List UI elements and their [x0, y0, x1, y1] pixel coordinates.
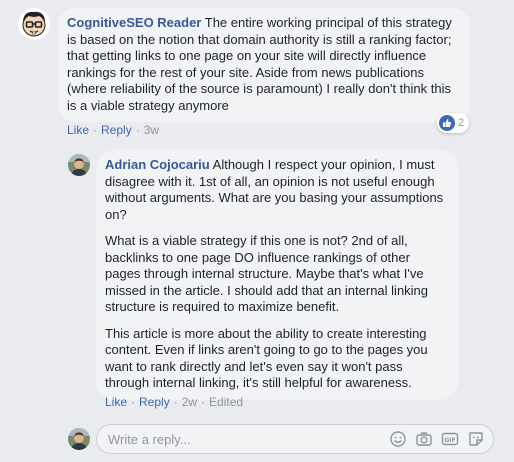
- emoji-icon[interactable]: [389, 430, 407, 448]
- reply-link[interactable]: Reply: [101, 123, 132, 137]
- reaction-badge[interactable]: 2: [437, 113, 470, 133]
- like-link[interactable]: Like: [67, 123, 89, 137]
- nerd-avatar-icon: [18, 8, 50, 40]
- profile-photo-icon: [68, 154, 90, 176]
- reply-actions: Like · Reply · 2w · Edited: [105, 395, 243, 409]
- reply-input[interactable]: Write a reply... GIF: [96, 424, 494, 454]
- timestamp[interactable]: 3w: [144, 123, 159, 137]
- reply-text-paragraph-3: This article is more about the ability t…: [105, 325, 428, 391]
- profile-photo-icon: [68, 428, 90, 450]
- comment-author[interactable]: CognitiveSEO Reader: [67, 15, 201, 30]
- reply-bubble: Adrian Cojocariu Although I respect your…: [96, 150, 458, 400]
- comment-bubble: CognitiveSEO Reader The entire working p…: [58, 8, 470, 122]
- edited-label[interactable]: Edited: [209, 395, 243, 409]
- reply-input-placeholder[interactable]: Write a reply...: [108, 432, 389, 447]
- sticker-icon[interactable]: [467, 430, 485, 448]
- separator: ·: [93, 123, 98, 137]
- comment-actions: Like · Reply · 3w: [67, 123, 159, 137]
- reply-input-icons: GIF: [389, 430, 493, 448]
- gif-icon[interactable]: GIF: [441, 430, 459, 448]
- reply-body: Adrian Cojocariu Although I respect your…: [105, 157, 446, 223]
- commenter-avatar[interactable]: [18, 8, 50, 40]
- timestamp[interactable]: 2w: [182, 395, 197, 409]
- reaction-count: 2: [458, 117, 465, 129]
- separator: ·: [173, 395, 178, 409]
- separator: ·: [131, 395, 136, 409]
- svg-text:GIF: GIF: [444, 437, 455, 444]
- separator: ·: [135, 123, 140, 137]
- comment-body: CognitiveSEO Reader The entire working p…: [67, 15, 460, 114]
- like-link[interactable]: Like: [105, 395, 127, 409]
- current-user-avatar: [68, 428, 90, 450]
- separator: ·: [201, 395, 206, 409]
- reply-author-avatar[interactable]: [68, 154, 90, 176]
- reply-link[interactable]: Reply: [139, 395, 170, 409]
- reply-text-paragraph-2: What is a viable strategy if this one is…: [105, 233, 429, 314]
- thumbs-up-icon: [439, 115, 455, 131]
- reply-author[interactable]: Adrian Cojocariu: [105, 157, 210, 172]
- camera-icon[interactable]: [415, 430, 433, 448]
